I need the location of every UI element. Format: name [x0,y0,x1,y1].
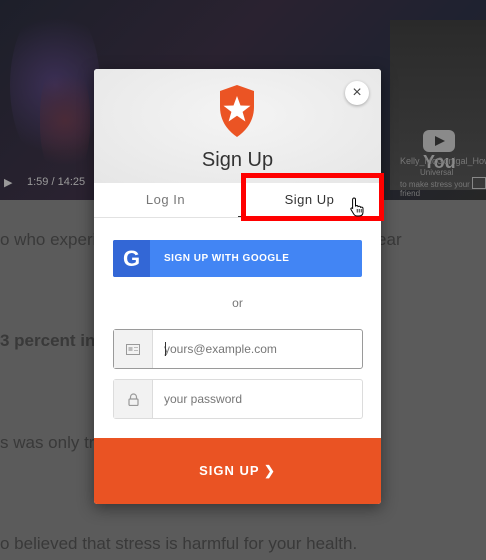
email-icon [114,330,153,368]
auth0-logo-icon [220,85,254,137]
google-signup-label: SIGN UP WITH GOOGLE [164,253,290,264]
youtube-play-icon [423,130,455,153]
close-icon[interactable]: × [345,81,369,105]
password-field[interactable] [113,379,363,419]
email-input[interactable] [164,330,354,368]
captions-icon[interactable] [472,177,486,189]
video-caption-text: Kelly_McGonigal_How [400,156,486,166]
dialog-title: Sign Up [201,149,274,171]
dialog-header: Sign Up × [94,69,381,183]
text-caret [165,342,166,356]
video-caption-text: Universal [420,168,454,177]
tab-log-in[interactable]: Log In [94,183,237,216]
signup-dialog: Sign Up × Log In Sign Up G SIGN UP WITH … [94,69,381,504]
password-input[interactable] [164,380,354,418]
lock-icon [114,380,153,418]
youtube-logo[interactable]: You [423,130,486,173]
google-signup-button[interactable]: G SIGN UP WITH GOOGLE [113,240,362,277]
video-time: 1:59 / 14:25 [27,176,86,188]
sign-up-submit-button[interactable]: SIGN UP ❯ [94,438,381,504]
video-frame-shape [40,60,90,180]
email-field[interactable] [113,329,363,369]
article-line: o believed that stress is harmful for yo… [0,534,358,553]
hand-pointer-icon [350,197,364,217]
google-icon: G [113,240,150,277]
play-icon[interactable]: ▶ [4,176,14,189]
or-divider: or [232,296,243,310]
